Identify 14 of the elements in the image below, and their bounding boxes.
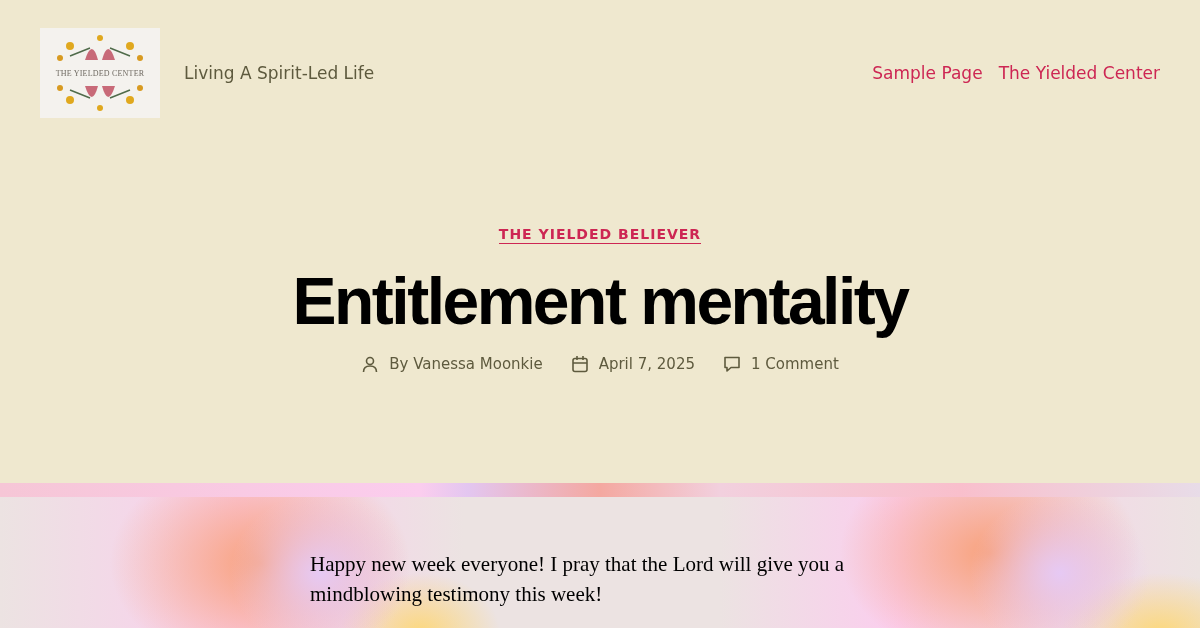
post-paragraph: Happy new week everyone! I pray that the Lord will give you a mindblowing testimony this week! [310,551,846,609]
nav-link[interactable]: Sample Page [872,63,983,83]
post-meta-link[interactable]: 1 Comment [750,355,839,374]
nav-link[interactable]: The Yielded Center [998,63,1160,83]
comment-icon [722,355,741,374]
logo-text: THE YIELDED CENTER [55,68,145,78]
post-meta-link[interactable]: April 7, 2025 [598,355,695,374]
category-link[interactable]: THE YIELDED BELIEVER [498,226,702,244]
site-logo[interactable]: THE YIELDED CENTER [40,28,160,118]
post-meta-link[interactable]: By Vanessa Moonkie [389,355,543,374]
person-icon [361,355,380,374]
post-title: Entitlement mentality [292,263,908,340]
site-tagline: Living A Spirit-Led Life [184,63,375,83]
calendar-icon [570,355,589,374]
